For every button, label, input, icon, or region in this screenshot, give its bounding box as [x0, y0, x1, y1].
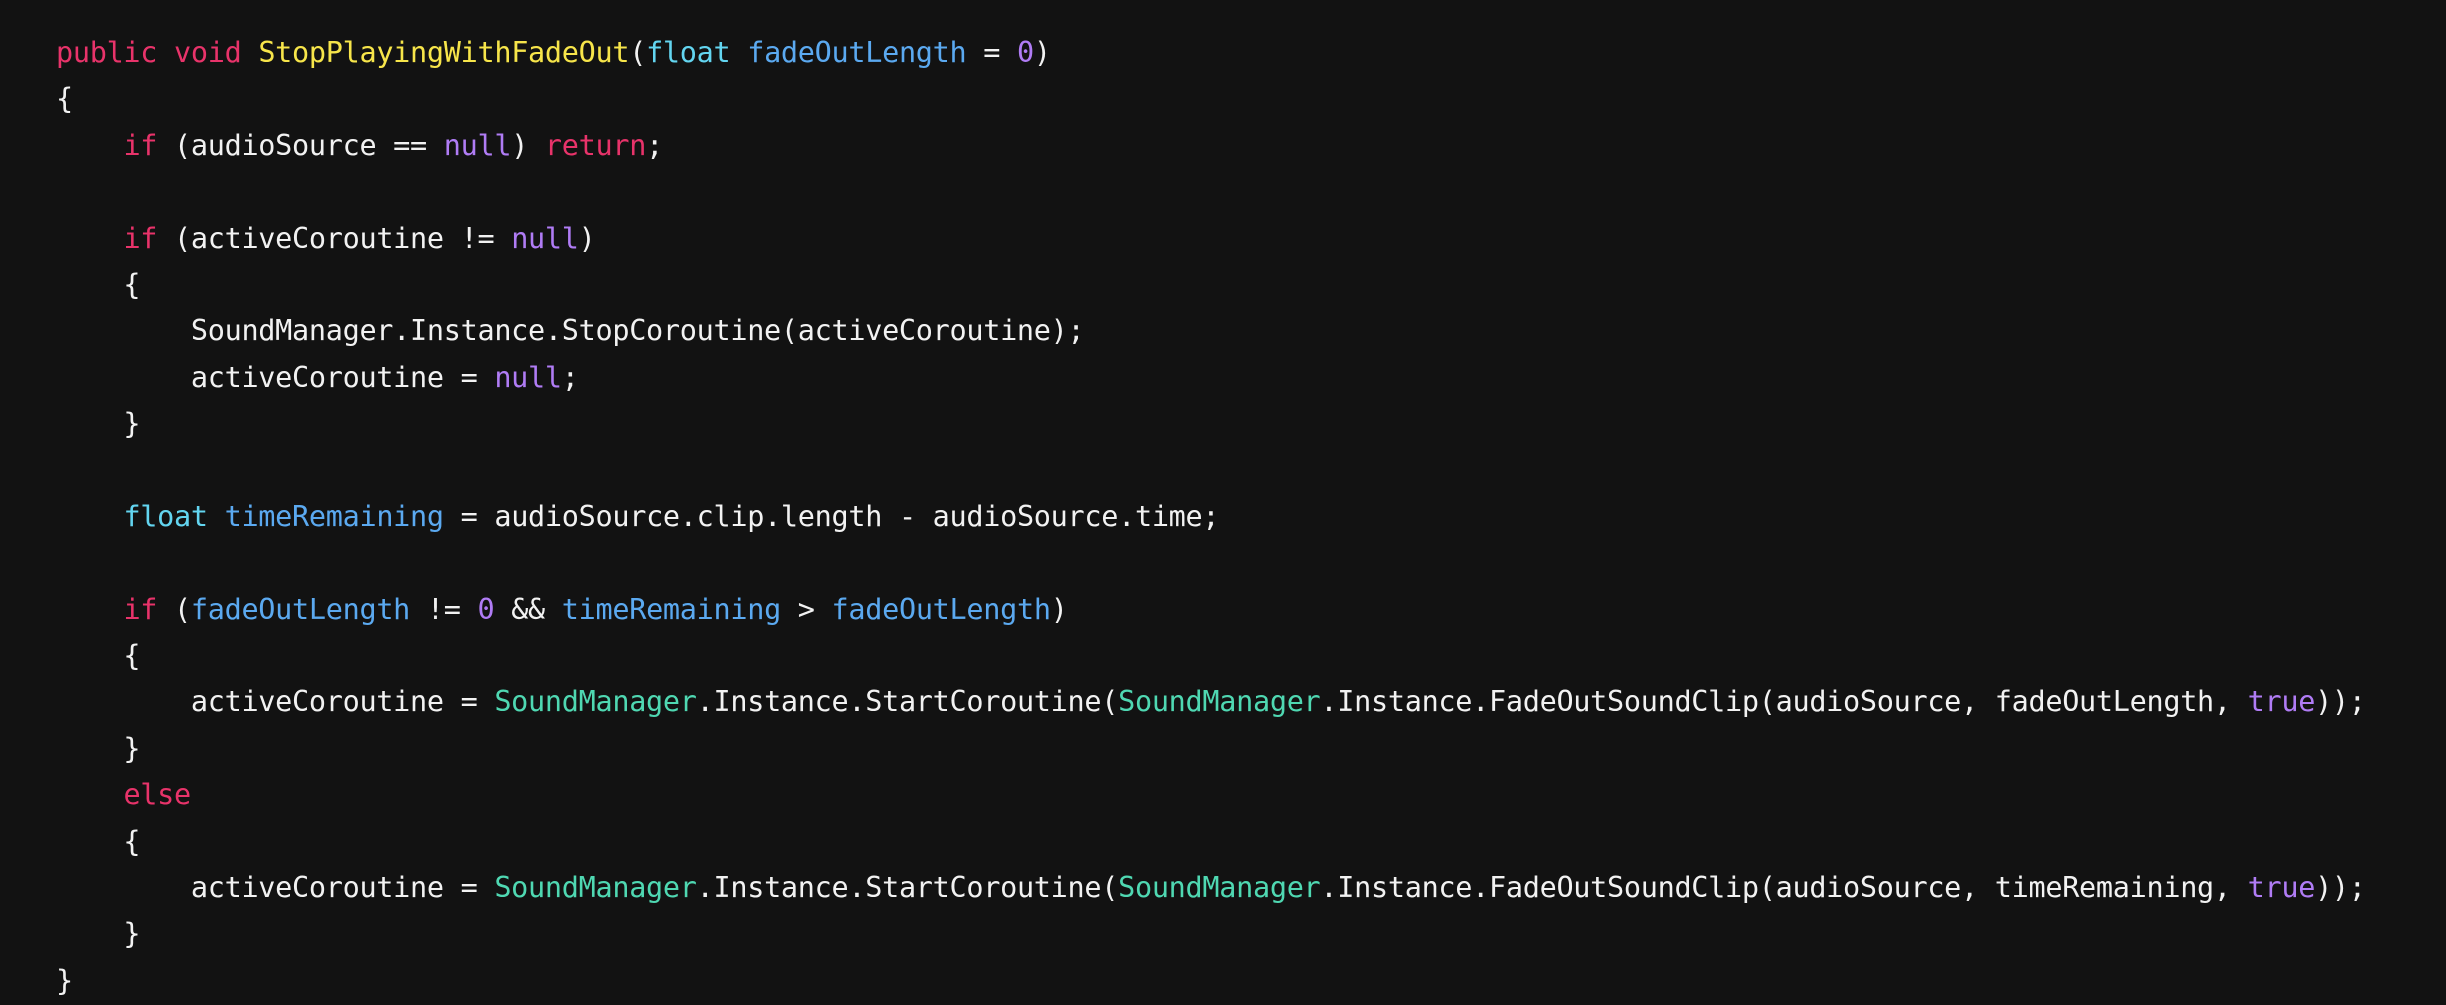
code-token-plain: ) — [1033, 36, 1051, 69]
code-token-class: SoundManager — [1118, 685, 1321, 719]
code-token-class: SoundManager — [494, 871, 697, 905]
code-token-plain: ( — [157, 592, 191, 626]
code-line: activeCoroutine = null; — [56, 355, 2366, 401]
code-token-fn: StopPlayingWithFadeOut — [258, 36, 630, 69]
code-line: if (activeCoroutine != null) — [56, 216, 2366, 262]
code-token-plain: ) — [1050, 592, 1068, 626]
code-token-plain: SoundManager.Instance.StopCoroutine(acti… — [56, 314, 1085, 348]
code-token-null: null — [511, 221, 579, 255]
code-line: else — [56, 772, 2366, 818]
code-token-param: fadeOutLength — [831, 592, 1051, 626]
code-line: float timeRemaining = audioSource.clip.l… — [56, 494, 2366, 540]
code-block[interactable]: public void StopPlayingWithFadeOut(float… — [56, 30, 2366, 1004]
code-line: { — [56, 633, 2366, 679]
code-token-plain: = audioSource.clip.length - audioSource.… — [443, 499, 1220, 533]
code-token-type: float — [646, 36, 731, 69]
code-token-param: fadeOutLength — [747, 36, 967, 69]
code-token-plain: > — [780, 592, 832, 626]
code-token-plain: ; — [646, 128, 663, 162]
code-line: { — [56, 76, 2366, 122]
code-token-num: 0 — [1016, 36, 1034, 69]
code-token-plain: activeCoroutine = — [56, 360, 495, 394]
code-line: } — [56, 911, 2366, 957]
code-line: activeCoroutine = SoundManager.Instance.… — [56, 865, 2366, 911]
code-token-kw: else — [123, 778, 191, 812]
code-token-class: SoundManager — [494, 685, 697, 719]
code-token-kw: if — [123, 128, 158, 162]
code-line: { — [56, 262, 2366, 308]
code-line: } — [56, 401, 2366, 447]
code-token-plain: .Instance.FadeOutSoundClip(audioSource, … — [1320, 871, 2248, 905]
code-token-type: float — [123, 499, 208, 533]
code-token-plain: } — [56, 917, 141, 951]
code-token-num: 0 — [477, 592, 495, 626]
code-token-kw: public — [56, 36, 158, 69]
code-token-plain: = — [966, 36, 1017, 69]
code-token-kw: void — [174, 36, 242, 69]
code-token-plain: (activeCoroutine != — [157, 221, 512, 255]
code-line: } — [56, 726, 2366, 772]
code-line: public void StopPlayingWithFadeOut(float… — [56, 30, 2366, 76]
code-token-plain: } — [56, 731, 141, 765]
code-token-plain: ) — [578, 221, 596, 255]
code-token-plain: activeCoroutine = — [56, 871, 495, 905]
code-token-kw: if — [123, 592, 158, 626]
code-token-plain: ) — [511, 128, 545, 162]
code-token-plain: { — [56, 267, 141, 301]
code-token-null: null — [443, 128, 512, 162]
code-token-plain: } — [56, 407, 141, 441]
code-token-plain: .Instance.StartCoroutine( — [696, 871, 1119, 905]
code-line: if (audioSource == null) return; — [56, 123, 2366, 169]
code-token-null: null — [494, 360, 562, 394]
code-editor[interactable]: public void StopPlayingWithFadeOut(float… — [0, 0, 2446, 1005]
code-token-plain: ; — [561, 360, 579, 394]
code-token-plain: != — [410, 592, 478, 626]
code-token-param: fadeOutLength — [190, 592, 411, 626]
code-token-plain: } — [56, 963, 73, 997]
code-line: SoundManager.Instance.StopCoroutine(acti… — [56, 308, 2366, 354]
code-token-plain: && — [494, 592, 562, 626]
code-line: } — [56, 958, 2366, 1004]
code-token-bool: true — [2247, 685, 2316, 719]
code-token-plain: .Instance.FadeOutSoundClip(audioSource, … — [1320, 685, 2248, 719]
code-token-plain: activeCoroutine = — [56, 685, 495, 719]
code-token-kw: if — [123, 221, 158, 255]
code-token-bool: true — [2247, 871, 2316, 905]
code-token-plain: .Instance.StartCoroutine( — [696, 685, 1119, 719]
code-token-plain: { — [56, 824, 141, 858]
code-token-plain: )); — [2315, 871, 2366, 905]
code-line: { — [56, 819, 2366, 865]
code-token-class: SoundManager — [1118, 871, 1321, 905]
code-token-param: timeRemaining — [224, 499, 444, 533]
code-token-param: timeRemaining — [561, 592, 781, 626]
code-line: if (fadeOutLength != 0 && timeRemaining … — [56, 587, 2366, 633]
code-token-plain: )); — [2315, 685, 2366, 719]
code-line: activeCoroutine = SoundManager.Instance.… — [56, 679, 2366, 725]
code-token-kw: return — [544, 128, 647, 162]
code-token-plain: { — [56, 639, 141, 673]
code-token-plain: ( — [629, 36, 647, 69]
code-token-plain: (audioSource == — [157, 128, 444, 162]
code-token-plain: { — [56, 82, 73, 116]
